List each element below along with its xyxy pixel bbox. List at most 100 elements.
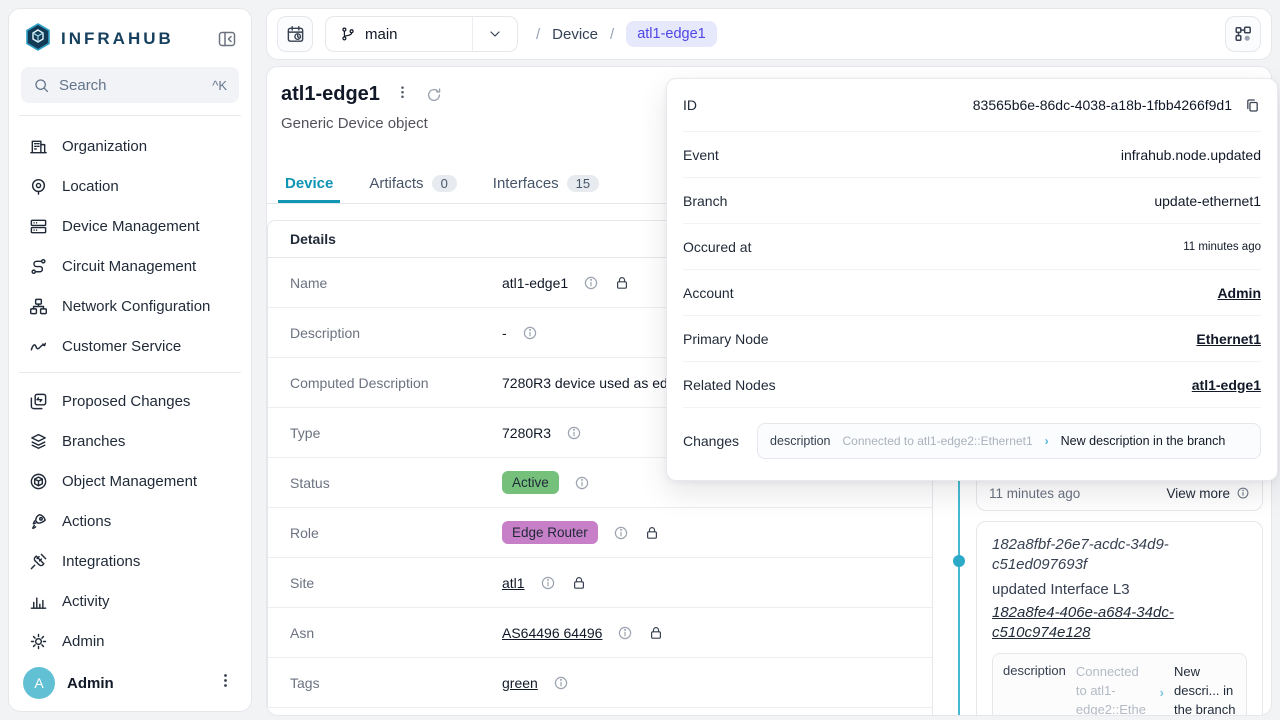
sidebar-item-organization[interactable]: Organization bbox=[21, 126, 239, 166]
sidebar-item-circuit-management[interactable]: Circuit Management bbox=[21, 246, 239, 286]
sidebar-item-label: Object Management bbox=[62, 473, 197, 490]
popover-row-occured-at: Occured at 11 minutes ago bbox=[683, 224, 1261, 270]
search-placeholder: Search bbox=[59, 77, 203, 94]
site-link[interactable]: atl1 bbox=[502, 575, 525, 591]
detail-row-role: Role Edge Router bbox=[268, 508, 932, 558]
sidebar-header: INFRAHUB bbox=[21, 19, 239, 59]
sidebar-nav-group-2: Proposed Changes Branches Object Managem… bbox=[21, 381, 239, 661]
branch-selector-caret[interactable] bbox=[472, 17, 517, 51]
tab-interfaces[interactable]: Interfaces 15 bbox=[493, 163, 599, 203]
info-icon[interactable] bbox=[613, 525, 629, 541]
breadcrumb: / Device / atl1-edge1 bbox=[536, 21, 717, 47]
detail-label: Site bbox=[268, 575, 502, 591]
sidebar-item-object-management[interactable]: Object Management bbox=[21, 461, 239, 501]
sidebar-item-actions[interactable]: Actions bbox=[21, 501, 239, 541]
page-kebab-icon[interactable] bbox=[396, 85, 409, 105]
tab-device[interactable]: Device bbox=[285, 163, 333, 203]
info-icon[interactable] bbox=[617, 625, 633, 641]
event-id: 182a8fbf-26e7-acdc-34d9-c51ed097693f bbox=[992, 535, 1247, 576]
detail-label: Computed Description bbox=[268, 375, 502, 391]
detail-label: Role bbox=[268, 525, 502, 541]
sidebar-item-location[interactable]: Location bbox=[21, 166, 239, 206]
tab-label: Interfaces bbox=[493, 175, 559, 192]
info-icon[interactable] bbox=[583, 275, 599, 291]
detail-label: Description bbox=[268, 325, 502, 341]
diff-icon bbox=[29, 392, 48, 411]
sidebar-item-integrations[interactable]: Integrations bbox=[21, 541, 239, 581]
detail-label: Asn bbox=[268, 625, 502, 641]
info-icon[interactable] bbox=[522, 325, 538, 341]
chevron-down-icon bbox=[487, 26, 503, 42]
detail-row-site: Site atl1 bbox=[268, 558, 932, 608]
info-icon[interactable] bbox=[574, 475, 590, 491]
sidebar-item-label: Circuit Management bbox=[62, 258, 196, 275]
lock-icon bbox=[614, 275, 630, 291]
popover-row-id: ID 83565b6e-86dc-4038-a18b-1fbb4266f9d1 bbox=[683, 79, 1261, 132]
sidebar-item-label: Integrations bbox=[62, 553, 140, 570]
brand[interactable]: INFRAHUB bbox=[23, 22, 174, 57]
popover-label: ID bbox=[683, 97, 697, 113]
scribble-icon bbox=[29, 337, 48, 356]
page-subtitle: Generic Device object bbox=[281, 115, 443, 132]
event-action: updated Interface L3 bbox=[992, 581, 1247, 598]
popover-row-changes: Changes description Connected to atl1-ed… bbox=[683, 408, 1261, 474]
popover-label: Event bbox=[683, 147, 719, 163]
sidebar-item-device-management[interactable]: Device Management bbox=[21, 206, 239, 246]
schema-button[interactable] bbox=[1225, 16, 1261, 52]
sidebar-item-label: Device Management bbox=[62, 218, 200, 235]
info-icon[interactable] bbox=[540, 575, 556, 591]
sidebar: INFRAHUB Search ^K Organization Location… bbox=[8, 8, 252, 712]
view-more-link[interactable]: View more bbox=[1166, 486, 1250, 501]
user-menu-kebab-icon[interactable] bbox=[214, 668, 237, 698]
detail-value: 7280R3 device used as edge bbox=[502, 375, 683, 391]
info-icon[interactable] bbox=[553, 675, 569, 691]
popover-value: update-ethernet1 bbox=[1154, 193, 1261, 209]
breadcrumb-current[interactable]: atl1-edge1 bbox=[626, 21, 717, 47]
primary-node-link[interactable]: Ethernet1 bbox=[1196, 331, 1261, 347]
building-icon bbox=[29, 137, 48, 156]
info-icon bbox=[1236, 486, 1250, 500]
sidebar-item-label: Organization bbox=[62, 138, 147, 155]
sidebar-group-divider bbox=[19, 372, 241, 373]
asn-link[interactable]: AS64496 64496 bbox=[502, 625, 602, 641]
sidebar-item-label: Proposed Changes bbox=[62, 393, 190, 410]
breadcrumb-separator: / bbox=[610, 26, 614, 43]
sidebar-item-network-configuration[interactable]: Network Configuration bbox=[21, 286, 239, 326]
event-node-link[interactable]: 182a8fe4-406e-a684-34dc-c510c974e128 bbox=[992, 603, 1247, 644]
sidebar-item-customer-service[interactable]: Customer Service bbox=[21, 326, 239, 366]
tab-badge: 0 bbox=[432, 175, 457, 192]
copy-icon[interactable] bbox=[1244, 97, 1261, 114]
sidebar-item-proposed-changes[interactable]: Proposed Changes bbox=[21, 381, 239, 421]
tag-link[interactable]: green bbox=[502, 675, 538, 691]
account-link[interactable]: Admin bbox=[1217, 285, 1261, 301]
sidebar-item-activity[interactable]: Activity bbox=[21, 581, 239, 621]
popover-row-branch: Branch update-ethernet1 bbox=[683, 178, 1261, 224]
tab-artifacts[interactable]: Artifacts 0 bbox=[369, 163, 456, 203]
popover-label: Related Nodes bbox=[683, 377, 776, 393]
refresh-icon[interactable] bbox=[425, 86, 443, 104]
timeline-timestamp: 11 minutes ago bbox=[989, 486, 1080, 501]
detail-label: Name bbox=[268, 275, 502, 291]
sidebar-item-branches[interactable]: Branches bbox=[21, 421, 239, 461]
popover-row-related-nodes: Related Nodes atl1-edge1 bbox=[683, 362, 1261, 408]
date-picker-button[interactable] bbox=[277, 16, 313, 52]
sidebar-collapse-icon[interactable] bbox=[217, 29, 237, 49]
timeline-dot bbox=[953, 555, 965, 567]
search-input[interactable]: Search ^K bbox=[21, 67, 239, 103]
branch-selector[interactable]: main bbox=[325, 16, 518, 52]
popover-row-event: Event infrahub.node.updated bbox=[683, 132, 1261, 178]
breadcrumb-device[interactable]: Device bbox=[552, 26, 598, 43]
sidebar-item-admin[interactable]: Admin bbox=[21, 621, 239, 661]
user-row[interactable]: A Admin bbox=[21, 663, 239, 699]
search-icon bbox=[33, 77, 50, 94]
change-old-value: Connected to atl1-edge2::Ethernet1 bbox=[1076, 663, 1150, 716]
plug-icon bbox=[29, 552, 48, 571]
related-nodes-link[interactable]: atl1-edge1 bbox=[1192, 377, 1261, 393]
change-property: description bbox=[770, 434, 830, 448]
info-icon[interactable] bbox=[566, 425, 582, 441]
gear-icon bbox=[29, 632, 48, 651]
role-badge: Edge Router bbox=[502, 521, 598, 544]
sidebar-item-label: Admin bbox=[62, 633, 105, 650]
popover-label: Account bbox=[683, 285, 734, 301]
chevron-right-icon: › bbox=[1160, 685, 1164, 700]
